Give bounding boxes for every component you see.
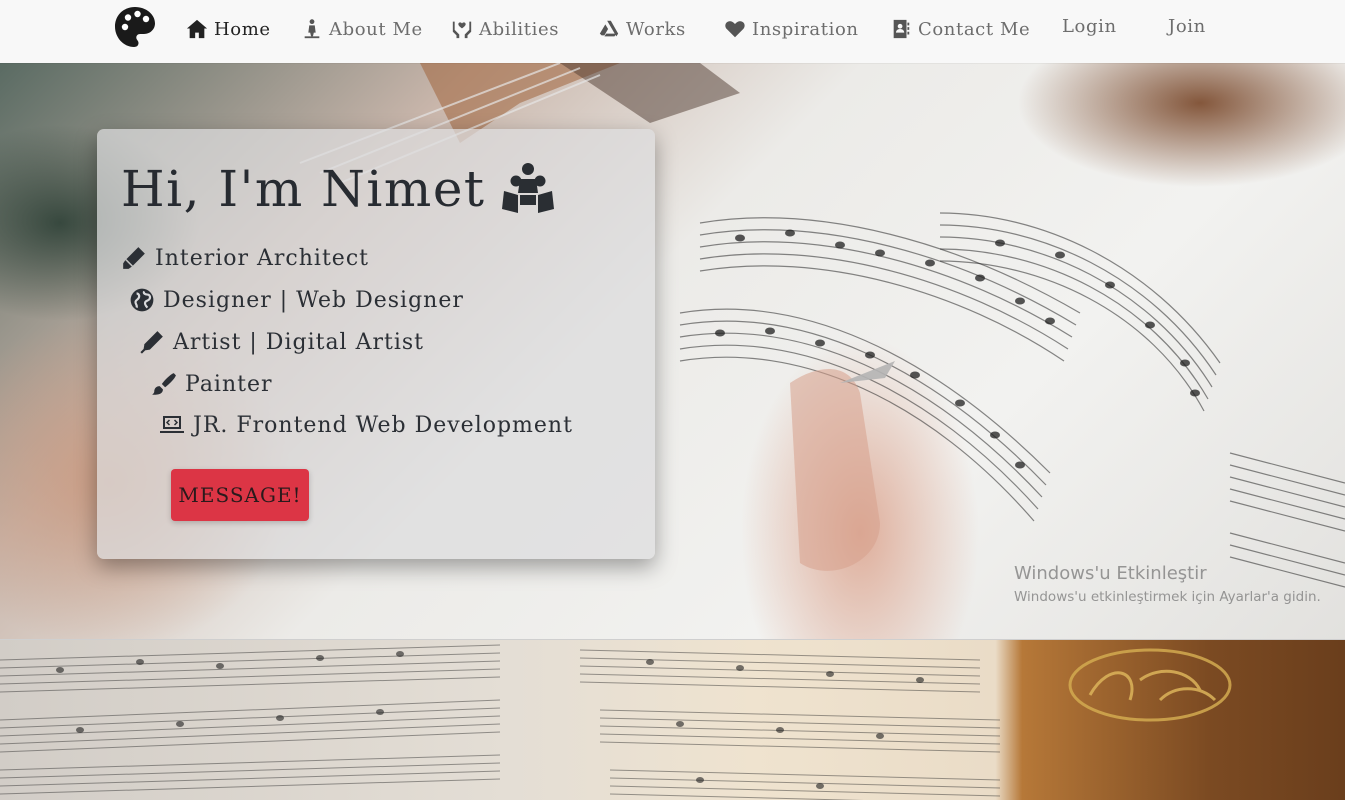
palette-icon[interactable] [113, 5, 157, 49]
people-group-icon [501, 163, 554, 213]
role-frontend: JR. Frontend Web Development [159, 412, 573, 438]
nav-item-about-me[interactable]: About Me [301, 14, 423, 44]
role-painter: Painter [151, 371, 273, 397]
address-book-icon [893, 19, 910, 39]
artstation-icon [599, 20, 619, 37]
role-artist: Artist | Digital Artist [139, 329, 424, 355]
nav-item-works[interactable]: Works [598, 14, 686, 44]
join-link[interactable]: Join [1168, 16, 1206, 37]
message-button[interactable]: MESSAGE! [171, 469, 309, 521]
windows-activation-subtitle: Windows'u etkinleştirmek için Ayarlar'a … [1014, 589, 1321, 605]
nav-item-abilities[interactable]: Abilities [451, 14, 559, 44]
nav-item-label: About Me [329, 18, 423, 40]
windows-activation-title: Windows'u Etkinleştir [1014, 563, 1207, 584]
globe-icon [130, 288, 154, 312]
role-interior-architect: Interior Architect [121, 245, 369, 271]
role-label: Designer | Web Designer [163, 287, 464, 313]
role-label: JR. Frontend Web Development [193, 412, 573, 438]
nav-item-label: Abilities [479, 18, 560, 40]
hero-section: Hi, I'm Nimet Interior Architect Designe… [0, 63, 1345, 639]
hands-heart-icon [452, 21, 472, 39]
hero-title: Hi, I'm Nimet [121, 159, 558, 219]
hero-title-text: Hi, I'm Nimet [121, 160, 486, 218]
heart-icon [725, 21, 745, 38]
sheet-music-piano-image [0, 644, 1232, 800]
marker-icon [123, 247, 145, 269]
role-designer: Designer | Web Designer [129, 287, 464, 313]
top-navbar: Home About Me Abilities Works Inspiratio… [0, 0, 1345, 63]
nav-item-label: Home [214, 18, 271, 40]
role-label: Painter [185, 371, 273, 397]
nav-item-contact-me[interactable]: Contact Me [890, 14, 1030, 44]
nav-item-inspiration[interactable]: Inspiration [724, 14, 859, 44]
second-section-background [0, 640, 1345, 800]
laptop-code-icon [160, 416, 184, 433]
nav-item-home[interactable]: Home [186, 14, 271, 44]
nav-item-label: Contact Me [918, 18, 1031, 40]
role-label: Artist | Digital Artist [173, 329, 425, 355]
paintbrush-icon [152, 373, 176, 395]
home-icon [186, 19, 208, 39]
nav-item-label: Inspiration [752, 18, 859, 40]
person-icon [304, 19, 320, 39]
role-label: Interior Architect [155, 245, 369, 271]
nav-item-label: Works [626, 18, 686, 40]
pen-icon [140, 331, 163, 354]
login-link[interactable]: Login [1062, 16, 1117, 37]
intro-card: Hi, I'm Nimet Interior Architect Designe… [97, 129, 655, 559]
